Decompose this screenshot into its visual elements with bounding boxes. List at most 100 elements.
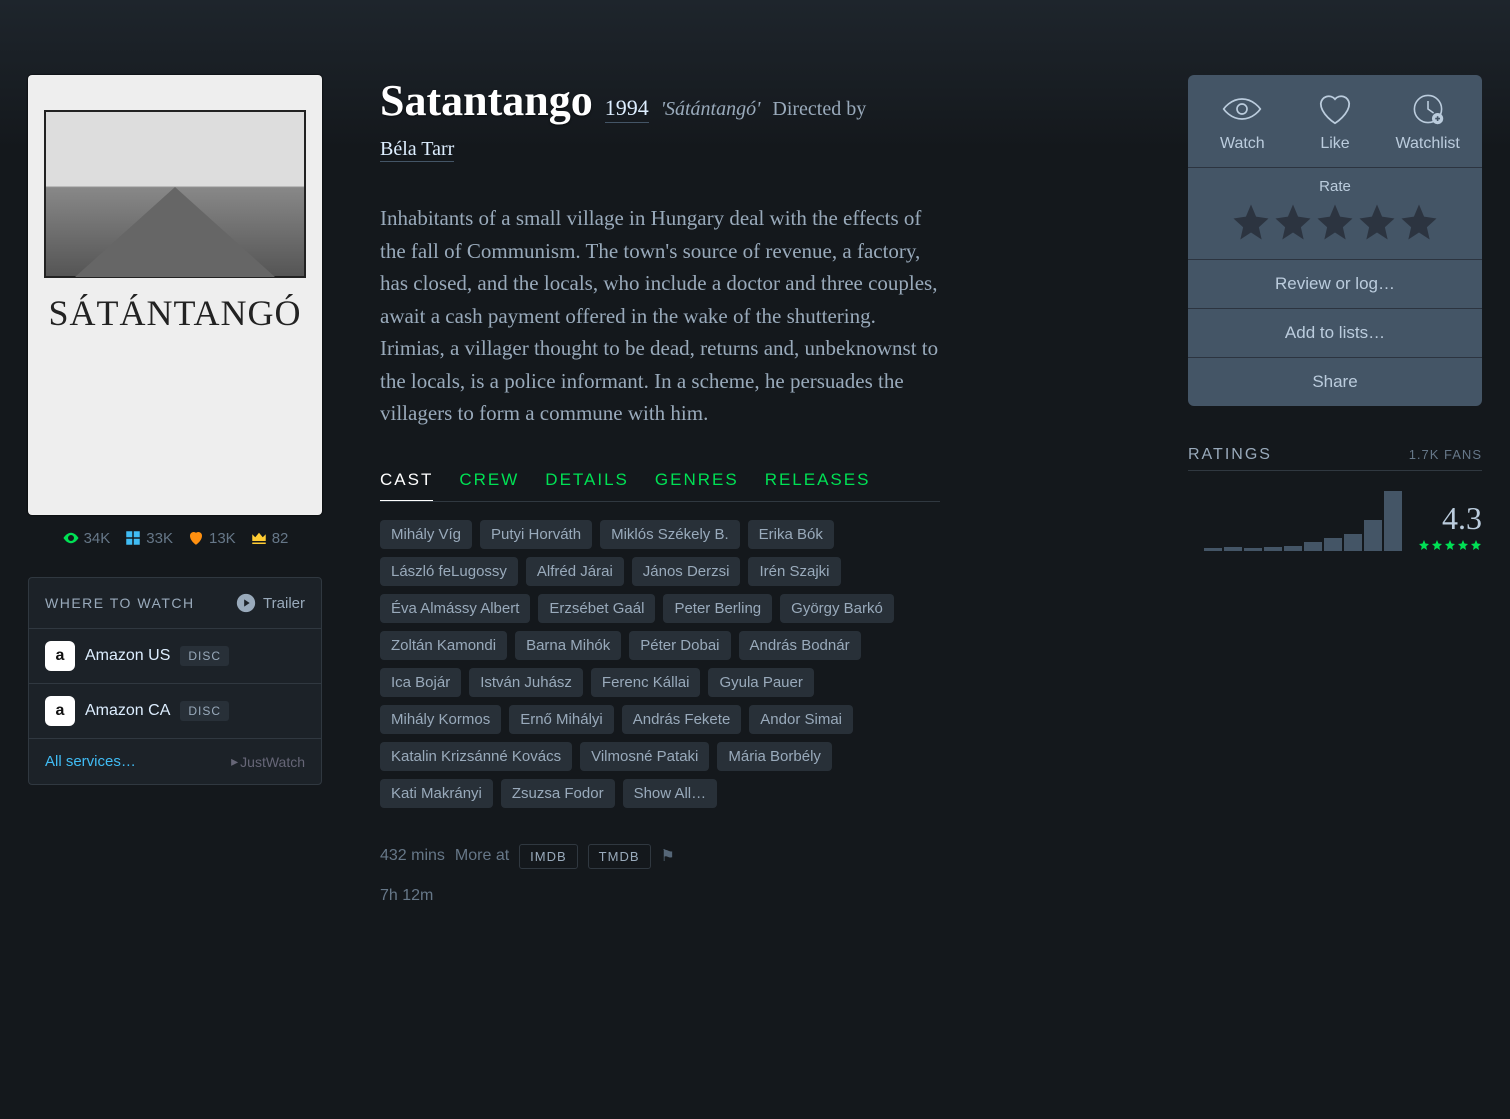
star-icon[interactable] <box>1230 201 1272 243</box>
heart-icon <box>187 529 205 547</box>
cast-chip[interactable]: Vilmosné Pataki <box>580 742 709 771</box>
trailer-button[interactable]: Trailer <box>235 592 305 614</box>
like-label: Like <box>1320 135 1349 153</box>
tab-crew[interactable]: CREW <box>459 470 519 501</box>
report-flag-icon[interactable]: ⚑ <box>661 846 675 866</box>
histogram-bar[interactable] <box>1364 520 1382 551</box>
cast-chip[interactable]: Show All… <box>623 779 718 808</box>
watched-stat[interactable]: 34K <box>62 529 111 547</box>
tab-releases[interactable]: RELEASES <box>765 470 871 501</box>
directed-by-label: Directed by <box>772 98 866 121</box>
cast-chip[interactable]: Putyi Horváth <box>480 520 592 549</box>
tab-genres[interactable]: GENRES <box>655 470 739 501</box>
eye-icon <box>62 529 80 547</box>
grid-icon <box>124 529 142 547</box>
share-action[interactable]: Share <box>1188 357 1482 406</box>
watched-count: 34K <box>84 530 111 547</box>
cast-chip[interactable]: Irén Szajki <box>748 557 840 586</box>
poster-title-text: SÁTÁNTANGÓ <box>48 292 301 334</box>
liked-count: 13K <box>209 530 236 547</box>
rate-stars[interactable] <box>1202 201 1468 243</box>
crown-icon <box>250 529 268 547</box>
synopsis: Inhabitants of a small village in Hungar… <box>380 202 940 430</box>
runtime-mins: 432 mins <box>380 847 445 865</box>
imdb-link[interactable]: IMDB <box>519 844 578 869</box>
histogram-bar[interactable] <box>1384 491 1402 551</box>
watch-action[interactable]: Watch <box>1196 93 1289 153</box>
average-rating[interactable]: 4.3 <box>1418 500 1482 537</box>
histogram-bar[interactable] <box>1204 548 1222 551</box>
histogram-bar[interactable] <box>1344 534 1362 551</box>
cast-chip[interactable]: János Derzsi <box>632 557 741 586</box>
cast-chip[interactable]: Mihály Víg <box>380 520 472 549</box>
cast-chip[interactable]: Mihály Kormos <box>380 705 501 734</box>
cast-chip[interactable]: Ferenc Kállai <box>591 668 701 697</box>
cast-chip[interactable]: Éva Almássy Albert <box>380 594 530 623</box>
review-action[interactable]: Review or log… <box>1188 259 1482 308</box>
watchlist-action[interactable]: Watchlist <box>1381 93 1474 153</box>
histogram-bar[interactable] <box>1264 547 1282 551</box>
top-count: 82 <box>272 530 289 547</box>
cast-chip[interactable]: Péter Dobai <box>629 631 730 660</box>
cast-chip[interactable]: Kati Makrányi <box>380 779 493 808</box>
watch-service-row[interactable]: a Amazon CA DISC <box>29 684 321 739</box>
cast-chip[interactable]: Ernő Mihályi <box>509 705 614 734</box>
cast-chip[interactable]: Alfréd Járai <box>526 557 624 586</box>
tmdb-link[interactable]: TMDB <box>588 844 651 869</box>
cast-chip[interactable]: László feLugossy <box>380 557 518 586</box>
service-name: Amazon US <box>85 647 170 665</box>
cast-chip[interactable]: Miklós Székely B. <box>600 520 740 549</box>
star-icon[interactable] <box>1356 201 1398 243</box>
liked-stat[interactable]: 13K <box>187 529 236 547</box>
details-tabs: CAST CREW DETAILS GENRES RELEASES <box>380 470 940 502</box>
justwatch-attribution: ▸JustWatch <box>231 753 305 770</box>
fans-link[interactable]: 1.7K FANS <box>1409 447 1482 462</box>
cast-chip[interactable]: Zsuzsa Fodor <box>501 779 615 808</box>
service-badge: DISC <box>180 701 229 721</box>
cast-chip[interactable]: András Bodnár <box>739 631 861 660</box>
histogram-bar[interactable] <box>1304 542 1322 551</box>
cast-chip[interactable]: Ica Bojár <box>380 668 461 697</box>
service-name: Amazon CA <box>85 702 170 720</box>
cast-chip[interactable]: Gyula Pauer <box>708 668 813 697</box>
poster[interactable]: SÁTÁNTANGÓ <box>28 75 322 515</box>
histogram-bar[interactable] <box>1244 548 1262 551</box>
poster-image <box>44 110 306 278</box>
like-action[interactable]: Like <box>1289 93 1382 153</box>
where-to-watch-title: WHERE TO WATCH <box>45 595 195 611</box>
star-icon[interactable] <box>1398 201 1440 243</box>
cast-chip[interactable]: Peter Berling <box>663 594 772 623</box>
all-services-link[interactable]: All services… <box>45 753 136 770</box>
tab-details[interactable]: DETAILS <box>545 470 629 501</box>
cast-chip[interactable]: Barna Mihók <box>515 631 621 660</box>
histogram-bar[interactable] <box>1324 538 1342 551</box>
lists-stat[interactable]: 33K <box>124 529 173 547</box>
top-stat[interactable]: 82 <box>250 529 289 547</box>
cast-chip[interactable]: Katalin Krizsánné Kovács <box>380 742 572 771</box>
cast-chip[interactable]: Erzsébet Gaál <box>538 594 655 623</box>
histogram-bar[interactable] <box>1224 547 1242 551</box>
watchlist-label: Watchlist <box>1396 135 1460 153</box>
more-at-label: More at <box>455 847 509 865</box>
rate-section: Rate <box>1188 167 1482 259</box>
star-icon[interactable] <box>1314 201 1356 243</box>
cast-chip[interactable]: György Barkó <box>780 594 894 623</box>
cast-chip[interactable]: Mária Borbély <box>717 742 832 771</box>
action-panel: Watch Like Watchlist Rate <box>1188 75 1482 406</box>
star-icon[interactable] <box>1272 201 1314 243</box>
add-to-lists-action[interactable]: Add to lists… <box>1188 308 1482 357</box>
tab-cast[interactable]: CAST <box>380 470 433 501</box>
director-link[interactable]: Béla Tarr <box>380 138 454 162</box>
cast-chip[interactable]: Erika Bók <box>748 520 834 549</box>
ratings-histogram[interactable] <box>1204 491 1402 551</box>
amazon-icon: a <box>45 641 75 671</box>
cast-chip[interactable]: András Fekete <box>622 705 742 734</box>
film-year[interactable]: 1994 <box>605 95 649 123</box>
play-circle-icon <box>235 592 257 614</box>
watch-service-row[interactable]: a Amazon US DISC <box>29 629 321 684</box>
cast-chip[interactable]: Zoltán Kamondi <box>380 631 507 660</box>
amazon-icon: a <box>45 696 75 726</box>
histogram-bar[interactable] <box>1284 546 1302 551</box>
cast-chip[interactable]: István Juhász <box>469 668 583 697</box>
cast-chip[interactable]: Andor Simai <box>749 705 853 734</box>
